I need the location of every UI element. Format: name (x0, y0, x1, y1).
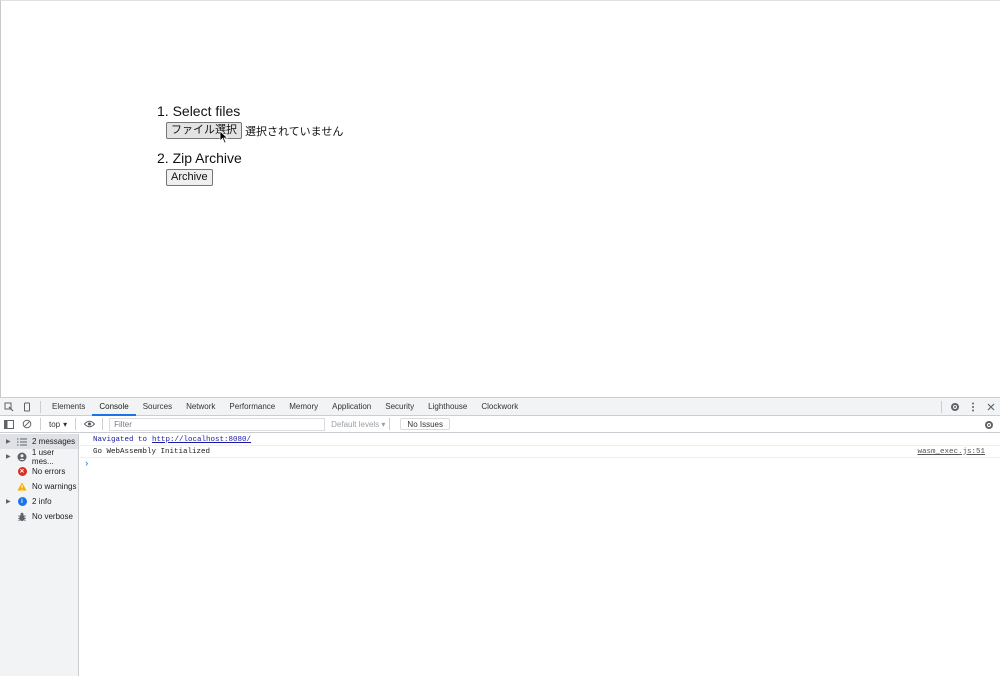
tab-application[interactable]: Application (325, 398, 378, 416)
clear-console-icon[interactable] (18, 415, 36, 433)
divider (40, 418, 41, 430)
divider (102, 418, 104, 430)
close-icon[interactable] (982, 398, 1000, 416)
default-levels-label: Default levels (331, 419, 380, 429)
file-input[interactable]: ファイル選択 選択されていません (166, 122, 343, 139)
default-levels-dropdown[interactable]: Default levels ▾ (331, 420, 385, 429)
issues-button[interactable]: No Issues (400, 418, 450, 430)
console-output: Navigated to http://localhost:8080/ Go W… (80, 434, 1000, 676)
sidebar-item-label: 2 messages (32, 437, 76, 446)
zip-archive-heading: 2. Zip Archive (157, 150, 242, 166)
filter-input[interactable]: Filter (109, 417, 326, 431)
console-toolbar: top ▾ Filter Default levels ▾ No Issues (0, 416, 1000, 433)
user-icon (16, 451, 28, 463)
console-message-navigation: Navigated to http://localhost:8080/ (80, 434, 1000, 446)
sidebar-item-label: No errors (32, 467, 66, 476)
divider (941, 401, 942, 413)
tab-sources[interactable]: Sources (136, 398, 179, 416)
context-selector[interactable]: top ▾ (45, 420, 71, 429)
inspect-element-icon[interactable] (0, 398, 18, 416)
tab-clockwork[interactable]: Clockwork (474, 398, 525, 416)
devtools-panel: Elements Console Sources Network Perform… (0, 397, 1000, 676)
context-label: top (49, 419, 61, 429)
expand-arrow-icon[interactable]: ▶ (6, 498, 16, 505)
tab-console[interactable]: Console (92, 398, 136, 416)
sidebar-item-label: 2 info (32, 497, 52, 506)
gear-icon[interactable] (946, 398, 964, 416)
select-files-heading: 1. Select files (157, 103, 241, 119)
warning-icon (16, 481, 28, 493)
console-message-log: Go WebAssembly Initialized wasm_exec.js:… (80, 446, 1000, 458)
console-prompt[interactable]: › (80, 458, 1000, 470)
sidebar-toggle-icon[interactable] (0, 415, 18, 433)
tab-performance[interactable]: Performance (222, 398, 282, 416)
divider (40, 400, 41, 413)
navigated-to-text: Navigated to (93, 435, 148, 444)
tab-network[interactable]: Network (179, 398, 222, 416)
tab-security[interactable]: Security (378, 398, 421, 416)
dropdown-arrow-icon: ▾ (63, 419, 68, 429)
sidebar-item-label: No warnings (32, 482, 77, 491)
mouse-cursor-icon (219, 130, 229, 144)
list-icon (16, 436, 28, 448)
eye-icon[interactable] (80, 415, 98, 433)
choose-file-button[interactable]: ファイル選択 (166, 122, 242, 139)
sidebar-item-errors[interactable]: ✕ No errors (0, 464, 78, 479)
tab-memory[interactable]: Memory (282, 398, 325, 416)
source-link[interactable]: wasm_exec.js:51 (917, 448, 985, 456)
dropdown-arrow-icon: ▾ (381, 419, 386, 429)
tab-lighthouse[interactable]: Lighthouse (421, 398, 474, 416)
info-icon: i (16, 496, 28, 508)
device-toolbar-icon[interactable] (18, 398, 36, 416)
console-settings-gear-icon[interactable] (980, 416, 998, 434)
prompt-chevron-icon: › (84, 459, 90, 469)
log-text: Go WebAssembly Initialized (93, 447, 211, 456)
sidebar-item-warnings[interactable]: No warnings (0, 479, 78, 494)
navigation-url-link[interactable]: http://localhost:8080/ (152, 436, 251, 444)
sidebar-item-user-messages[interactable]: ▶ 1 user mes... (0, 447, 78, 466)
error-icon: ✕ (17, 467, 27, 476)
sidebar-item-label: 1 user mes... (31, 447, 55, 466)
divider (389, 418, 391, 430)
expand-arrow-icon[interactable]: ▶ (6, 438, 16, 445)
divider (75, 418, 77, 430)
web-page: 1. Select files ファイル選択 選択されていません 2. Zip … (0, 0, 1000, 397)
devtools-tabbar: Elements Console Sources Network Perform… (0, 398, 1000, 416)
more-options-icon[interactable] (964, 398, 982, 416)
file-status-text: 選択されていません (245, 125, 344, 138)
console-sidebar: ▶ 2 messages ▶ 1 user mes... ✕ No errors (0, 434, 79, 676)
sidebar-item-verbose[interactable]: No verbose (0, 509, 78, 524)
sidebar-item-label: No verbose (32, 512, 73, 521)
tab-elements[interactable]: Elements (45, 398, 92, 416)
bug-icon (16, 511, 28, 523)
archive-button[interactable]: Archive (166, 169, 213, 186)
sidebar-item-info[interactable]: ▶ i 2 info (0, 494, 78, 509)
expand-arrow-icon[interactable]: ▶ (6, 453, 16, 460)
